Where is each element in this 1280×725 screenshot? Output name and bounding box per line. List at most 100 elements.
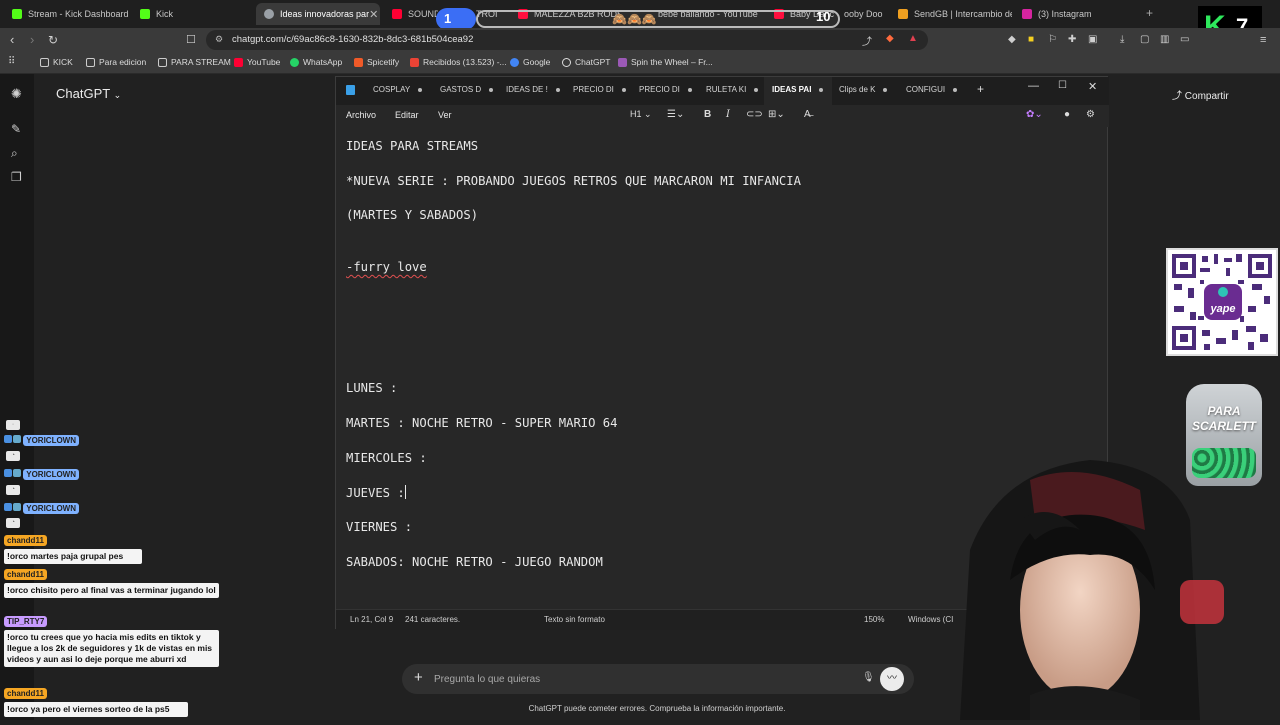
bold-icon[interactable]: B — [704, 109, 711, 120]
new-tab-button[interactable]: + — [1146, 6, 1153, 20]
list-icon[interactable]: ☰⌄ — [667, 109, 684, 120]
forward-icon[interactable]: › — [30, 32, 34, 48]
voice-mode-button[interactable]: 〰 — [880, 667, 904, 691]
back-icon[interactable]: ‹ — [10, 32, 14, 48]
notepad-tab[interactable]: Clips de K — [839, 85, 888, 94]
bookmark-para-edicion[interactable]: Para edicion — [86, 57, 146, 67]
text-format[interactable]: Texto sin formato — [544, 615, 605, 624]
share-icon: ⤴ — [1172, 91, 1185, 102]
notepad-tab[interactable]: CONFIGUI — [906, 85, 958, 94]
bookmark-kick[interactable]: KICK — [40, 57, 73, 67]
emote-icon: ◔ — [6, 451, 20, 461]
share-icon[interactable]: ⤴ — [862, 33, 872, 48]
bookmark-whatsapp[interactable]: WhatsApp — [290, 57, 342, 67]
table-icon[interactable]: ⊞⌄ — [768, 109, 785, 120]
close-icon[interactable]: ✕ — [1088, 80, 1097, 93]
bookmark-spin-the-wheel[interactable]: Spin the Wheel – Fr... — [618, 57, 713, 67]
chatgpt-icon — [562, 57, 571, 67]
close-icon[interactable]: ✕ — [369, 8, 378, 21]
add-tab-icon[interactable]: + — [977, 82, 984, 96]
wheel-icon — [618, 57, 627, 67]
reload-icon[interactable]: ↻ — [48, 32, 58, 48]
extension-icon[interactable]: ⚐ — [1048, 32, 1057, 48]
extensions-puzzle-icon[interactable]: ✚ — [1068, 32, 1076, 48]
sendgb-icon — [898, 9, 908, 19]
notepad-tab[interactable]: GASTOS D — [440, 85, 494, 94]
bookmark-spicetify[interactable]: Spicetify — [354, 57, 399, 67]
bookmark-para-stream[interactable]: PARA STREAM — [158, 57, 231, 67]
prompt-input[interactable] — [434, 670, 854, 688]
download-icon[interactable]: ⤓ — [1120, 32, 1124, 48]
counter-right: 10 — [816, 9, 831, 24]
browser-tab[interactable]: ooby Doo — [836, 3, 886, 25]
extension-icon[interactable]: ▣ — [1088, 32, 1097, 48]
browser-tab-active[interactable]: Ideas innovadoras par ✕ — [256, 3, 380, 25]
browser-tab[interactable]: Stream - Kick Dashboard — [4, 3, 130, 25]
apps-icon[interactable]: ⠿ — [8, 56, 15, 67]
text-line: MARTES : NOCHE RETRO - SUPER MARIO 64 — [346, 416, 618, 430]
menu-ver[interactable]: Ver — [438, 110, 452, 120]
menu-icon[interactable]: ≡ — [1260, 32, 1266, 48]
copilot-icon[interactable]: ✿⌄ — [1026, 109, 1043, 120]
account-icon[interactable]: ● — [1064, 109, 1070, 120]
share-button[interactable]: ⤴ Compartir — [1172, 87, 1229, 102]
bookmark-icon[interactable]: ☐ — [186, 32, 196, 48]
notepad-tab[interactable]: COSPLAY — [373, 85, 423, 94]
notepad-tab[interactable]: RULETA KI — [706, 85, 759, 94]
search-icon[interactable]: ⌕ — [11, 146, 18, 161]
bookmark-gmail[interactable]: Recibidos (13.523) -... — [410, 57, 507, 67]
progress-counter-bar — [476, 10, 840, 28]
notepad-menu-bar: Archivo Editar Ver H1 ⌄ ☰⌄ B I ⊂⊃ ⊞⌄ A̶ … — [336, 105, 1109, 127]
omnibox[interactable]: ⚙ chatgpt.com/c/69ac86c8-1630-832b-8dc3-… — [206, 30, 928, 50]
microphone-icon[interactable]: 🎙 — [862, 672, 875, 683]
browser-tab[interactable]: (3) Instagram — [1014, 3, 1134, 25]
heading-dropdown[interactable]: H1 ⌄ — [630, 109, 652, 120]
bookmark-youtube[interactable]: YouTube — [234, 57, 280, 67]
zoom-level[interactable]: 150% — [864, 615, 884, 624]
notepad-tab[interactable]: PRECIO DI — [639, 85, 692, 94]
sidebar-toggle-icon[interactable]: ▥ — [1160, 32, 1169, 48]
chat-username: YORICLOWN — [4, 469, 80, 480]
maximize-icon[interactable]: ☐ — [1058, 80, 1067, 91]
settings-gear-icon[interactable]: ⚙ — [1086, 109, 1095, 120]
notepad-tab-active[interactable]: IDEAS PAI — [772, 85, 824, 94]
chat-badge: · — [6, 420, 20, 430]
new-chat-icon[interactable]: ✎ — [11, 122, 21, 136]
link-icon[interactable]: ⊂⊃ — [746, 109, 763, 120]
text-line: (MARTES Y SABADOS) — [346, 208, 479, 222]
brave-rewards-icon[interactable]: ▲ — [908, 33, 918, 44]
browser-tab[interactable]: Kick — [132, 3, 254, 25]
chat-username: YORICLOWN — [4, 435, 80, 446]
kick-icon — [12, 9, 22, 19]
notepad-tab[interactable]: IDEAS DE ! — [506, 85, 560, 94]
badge-icon — [13, 435, 21, 443]
yape-qr-code: yape — [1166, 248, 1278, 356]
notepad-app-icon — [346, 85, 355, 95]
address-bar-row: ‹ › ↻ ☐ ⚙ chatgpt.com/c/69ac86c8-1630-83… — [0, 28, 1280, 52]
library-icon[interactable]: ❐ — [11, 170, 22, 184]
openai-logo-icon[interactable]: ✺ — [11, 86, 22, 102]
menu-editar[interactable]: Editar — [395, 110, 419, 120]
notepad-tab[interactable]: PRECIO DI — [573, 85, 626, 94]
browser-tab[interactable]: SOUNDT — [384, 3, 438, 25]
qr-label: yape — [1209, 303, 1235, 315]
browser-tab[interactable]: SendGB | Intercambio de — [890, 3, 1012, 25]
webcam-feed — [940, 460, 1280, 720]
wallet-icon[interactable]: ▢ — [1140, 32, 1149, 48]
add-attachment-icon[interactable]: + — [414, 669, 423, 686]
brave-shield-icon[interactable]: ◆ — [886, 33, 894, 44]
model-selector[interactable]: ChatGPT ⌄ — [56, 86, 121, 101]
emoji-icon: 🙈🙈🙈 — [612, 12, 657, 26]
menu-archivo[interactable]: Archivo — [346, 110, 376, 120]
wallet-icon[interactable]: ▭ — [1180, 32, 1189, 48]
clear-format-icon[interactable]: A̶ — [804, 109, 811, 120]
italic-icon[interactable]: I — [726, 109, 730, 120]
prompt-box: + 🎙 〰 — [402, 664, 914, 694]
minimize-icon[interactable]: — — [1028, 80, 1039, 92]
extension-icon[interactable]: ◆ — [1008, 32, 1016, 48]
extension-icon[interactable]: ■ — [1028, 32, 1034, 48]
bookmark-google[interactable]: Google — [510, 57, 550, 67]
notepad-tab-bar: COSPLAY GASTOS D IDEAS DE ! PRECIO DI PR… — [336, 77, 1109, 105]
site-info-icon[interactable]: ⚙ — [215, 34, 223, 45]
bookmark-chatgpt[interactable]: ChatGPT — [562, 57, 610, 67]
